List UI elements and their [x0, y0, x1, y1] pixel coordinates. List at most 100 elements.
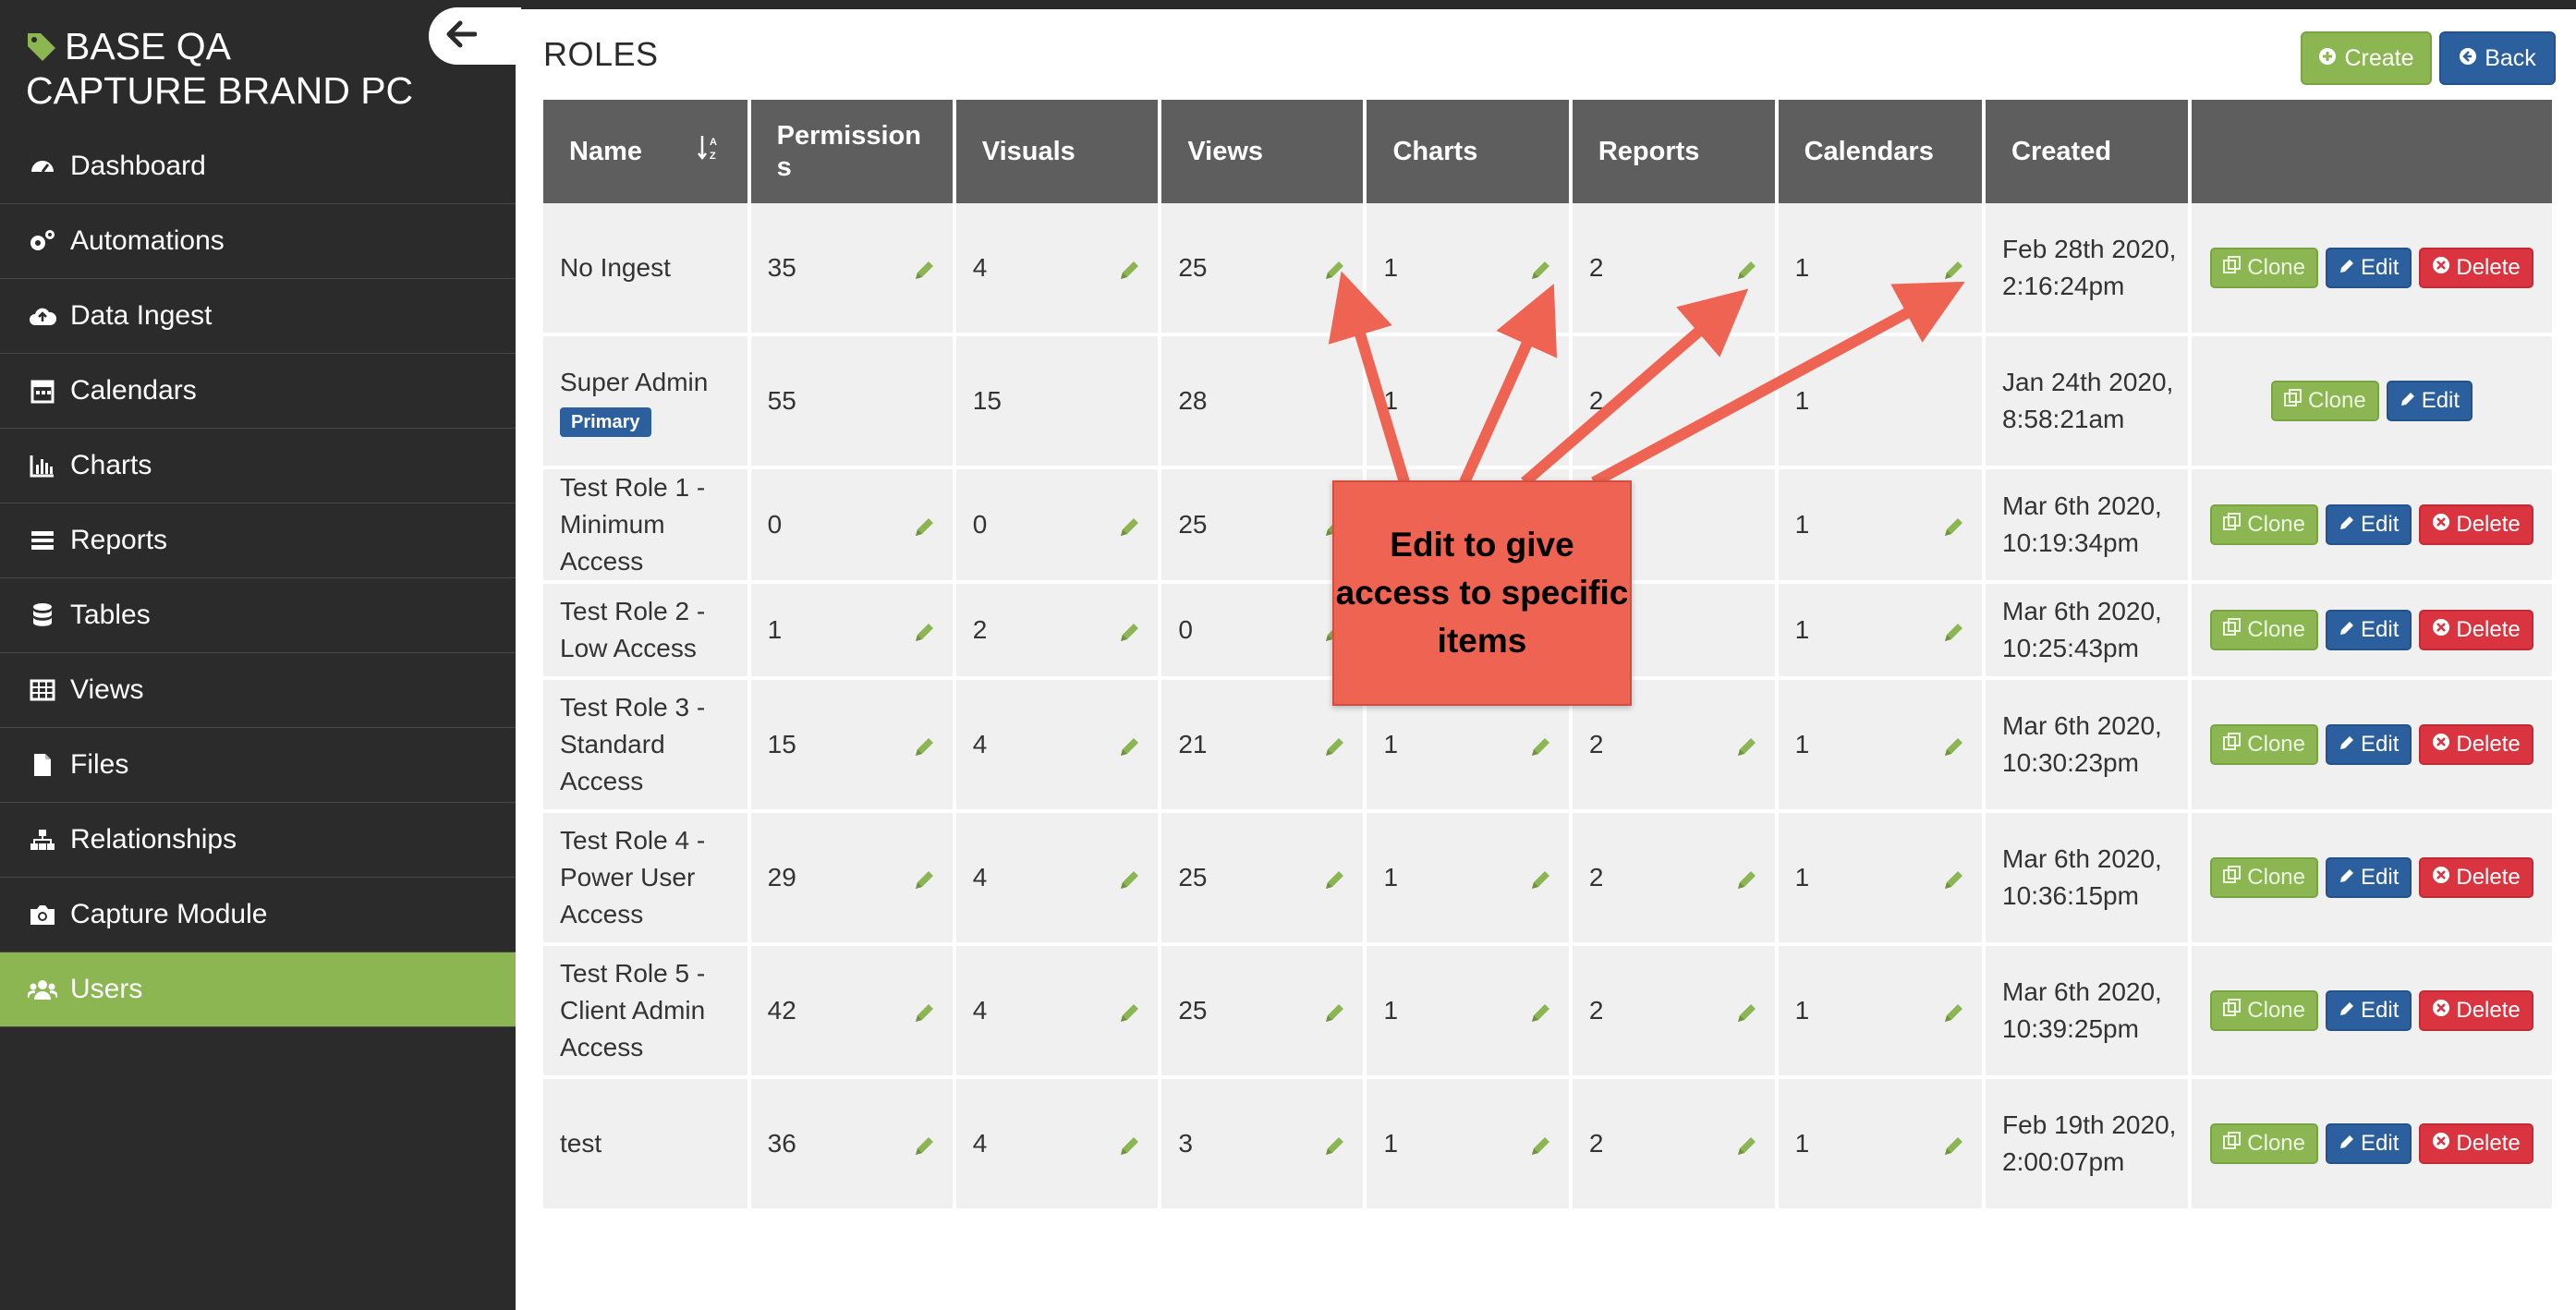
pencil-icon[interactable]: [912, 513, 936, 537]
pencil-icon[interactable]: [1117, 513, 1141, 537]
column-header-calendars[interactable]: Calendars: [1778, 100, 1983, 203]
brand[interactable]: BASE QA CAPTURE BRAND PC: [26, 26, 469, 111]
clone-button[interactable]: Clone: [2210, 990, 2319, 1031]
pencil-icon[interactable]: [1941, 733, 1965, 757]
sidebar-item-relationships[interactable]: Relationships: [0, 803, 516, 878]
delete-button[interactable]: Delete: [2419, 990, 2533, 1031]
svg-text:A: A: [710, 137, 717, 148]
cell-role-name: test: [543, 1079, 747, 1212]
pencil-icon[interactable]: [1322, 733, 1346, 757]
sidebar-item-views[interactable]: Views: [0, 653, 516, 728]
times-circle-icon: [2432, 506, 2450, 543]
clone-button[interactable]: Clone: [2210, 1123, 2319, 1164]
pencil-icon[interactable]: [1734, 256, 1758, 280]
column-header-created[interactable]: Created: [1986, 100, 2189, 203]
sidebar-item-dashboard[interactable]: Dashboard: [0, 129, 516, 204]
sidebar-item-files[interactable]: Files: [0, 728, 516, 803]
clone-button[interactable]: Clone: [2210, 610, 2319, 650]
edit-button[interactable]: Edit: [2326, 610, 2412, 650]
back-button[interactable]: Back: [2439, 31, 2556, 85]
pencil-icon[interactable]: [1322, 866, 1346, 890]
column-header-views[interactable]: Views: [1161, 100, 1364, 203]
pencil-icon[interactable]: [1528, 999, 1552, 1023]
edit-button[interactable]: Edit: [2386, 381, 2473, 421]
pencil-icon[interactable]: [1941, 256, 1965, 280]
pencil-icon[interactable]: [912, 866, 936, 890]
pencil-icon[interactable]: [1941, 999, 1965, 1023]
pencil-icon[interactable]: [912, 1132, 936, 1156]
pencil-icon[interactable]: [1941, 618, 1965, 642]
clone-button[interactable]: Clone: [2210, 504, 2319, 545]
pencil-icon[interactable]: [1528, 733, 1552, 757]
sidebar-item-charts[interactable]: Charts: [0, 429, 516, 503]
column-header-charts[interactable]: Charts: [1367, 100, 1569, 203]
sidebar-item-label: Tables: [70, 600, 151, 630]
pencil-icon[interactable]: [1734, 1132, 1758, 1156]
column-header-visuals[interactable]: Visuals: [955, 100, 1159, 203]
pencil-icon[interactable]: [1528, 866, 1552, 890]
cell-created: Feb 28th 2020, 2:16:24pm: [1986, 203, 2189, 336]
pencil-icon[interactable]: [1117, 618, 1141, 642]
pencil-icon[interactable]: [1941, 1132, 1965, 1156]
delete-button[interactable]: Delete: [2419, 1123, 2533, 1164]
pencil-icon[interactable]: [1117, 866, 1141, 890]
cell-value: 1: [1383, 386, 1399, 415]
sidebar-item-capture-module[interactable]: Capture Module: [0, 878, 516, 952]
pencil-icon[interactable]: [912, 256, 936, 280]
cell-charts: 1: [1367, 203, 1569, 336]
column-header-reports[interactable]: Reports: [1572, 100, 1775, 203]
edit-label: Edit: [2421, 388, 2461, 413]
clone-button[interactable]: Clone: [2210, 724, 2319, 765]
sidebar-item-users[interactable]: Users: [0, 952, 516, 1027]
pencil-icon[interactable]: [912, 618, 936, 642]
delete-button[interactable]: Delete: [2419, 857, 2533, 898]
pencil-icon[interactable]: [1322, 999, 1346, 1023]
pencil-icon[interactable]: [1734, 999, 1758, 1023]
pencil-icon[interactable]: [1941, 513, 1965, 537]
sidebar-item-calendars[interactable]: Calendars: [0, 354, 516, 429]
cell-value: 1: [1383, 1129, 1399, 1158]
delete-button[interactable]: Delete: [2419, 504, 2533, 545]
pencil-icon[interactable]: [1734, 733, 1758, 757]
delete-button[interactable]: Delete: [2419, 248, 2533, 288]
edit-button[interactable]: Edit: [2326, 857, 2412, 898]
edit-button[interactable]: Edit: [2326, 990, 2412, 1031]
pencil-icon[interactable]: [1528, 256, 1552, 280]
clone-button[interactable]: Clone: [2210, 248, 2319, 288]
pencil-icon[interactable]: [1322, 256, 1346, 280]
clone-button[interactable]: Clone: [2210, 857, 2319, 898]
pencil-icon[interactable]: [1734, 866, 1758, 890]
cell-value: 4: [972, 863, 988, 892]
pencil-icon[interactable]: [1322, 1132, 1346, 1156]
edit-button[interactable]: Edit: [2326, 1123, 2412, 1164]
edit-button[interactable]: Edit: [2326, 504, 2412, 545]
cell-vis: 4: [955, 813, 1159, 946]
sidebar-item-reports[interactable]: Reports: [0, 503, 516, 578]
cell-perm: 0: [750, 469, 953, 584]
pencil-icon[interactable]: [1117, 256, 1141, 280]
pencil-icon[interactable]: [1941, 866, 1965, 890]
pencil-icon[interactable]: [1117, 999, 1141, 1023]
clone-button[interactable]: Clone: [2270, 381, 2379, 421]
created-date: Feb 19th 2020, 2:00:07pm: [2002, 1110, 2177, 1176]
sidebar-item-tables[interactable]: Tables: [0, 578, 516, 653]
edit-button[interactable]: Edit: [2326, 248, 2412, 288]
pencil-icon[interactable]: [912, 733, 936, 757]
column-header-name[interactable]: Name AZ: [543, 100, 747, 203]
column-header-permissions[interactable]: Permissions: [750, 100, 953, 203]
pencil-icon[interactable]: [912, 999, 936, 1023]
edit-button[interactable]: Edit: [2326, 724, 2412, 765]
sidebar-item-automations[interactable]: Automations: [0, 204, 516, 279]
sidebar-item-data-ingest[interactable]: Data Ingest: [0, 279, 516, 354]
create-button[interactable]: Create: [2301, 31, 2432, 85]
pencil-icon[interactable]: [1528, 1132, 1552, 1156]
cell-cal: 1: [1778, 584, 1983, 680]
edit-label: Edit: [2361, 732, 2400, 757]
pencil-icon[interactable]: [1117, 733, 1141, 757]
cell-value: 1: [1794, 730, 1810, 758]
delete-button[interactable]: Delete: [2419, 724, 2533, 765]
pencil-icon[interactable]: [1117, 1132, 1141, 1156]
collapse-sidebar-button[interactable]: [429, 7, 521, 65]
delete-button[interactable]: Delete: [2419, 610, 2533, 650]
cell-vis: 15: [955, 336, 1159, 469]
